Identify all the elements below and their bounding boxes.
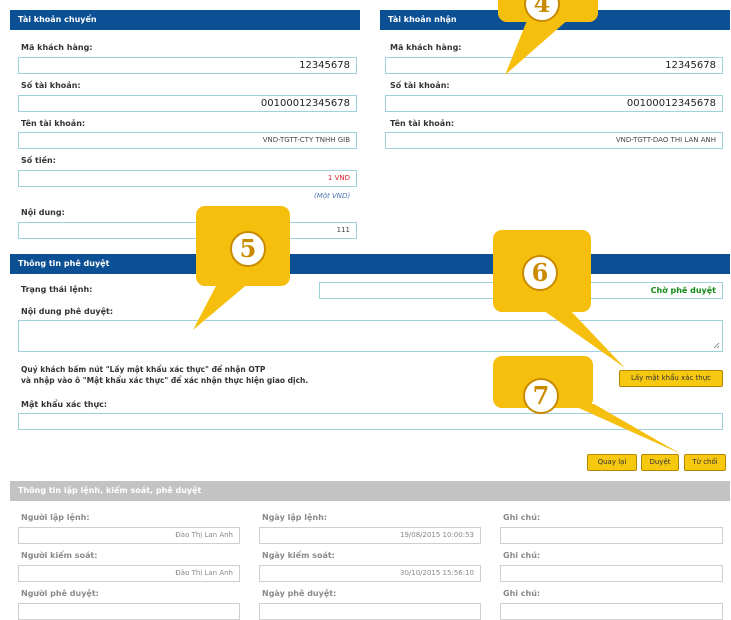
sender-content-field[interactable]: 111 [18,222,357,239]
amount-in-words: (Một VND) [314,192,351,200]
history-header: Thông tin lập lệnh, kiểm soát, phê duyệt [10,481,730,501]
created-date-label: Ngày lập lệnh: [262,513,327,522]
receiver-customer-code-field[interactable]: 12345678 [385,57,723,74]
sender-amount-label: Số tiền: [21,156,56,165]
approve-button[interactable]: Duyệt [641,454,679,471]
approval-content-label: Nội dung phê duyệt: [21,307,114,316]
receiver-account-name-field[interactable]: VND-TGTT-DAO THI LAN ANH [385,132,723,149]
sender-header: Tài khoản chuyển [10,10,360,30]
callout-5-number: 5 [230,231,266,267]
note2-field [500,565,723,582]
sender-account-name-field[interactable]: VND-TGTT-CTY TNHH GIB [18,132,357,149]
creator-field: Đào Thị Lan Anh [18,527,240,544]
approval-content-textarea[interactable] [18,320,723,352]
receiver-account-no-field[interactable]: 00100012345678 [385,95,723,112]
sender-account-no-field[interactable]: 00100012345678 [18,95,357,112]
status-label: Trạng thái lệnh: [21,285,93,294]
controller-field: Đào Thị Lan Anh [18,565,240,582]
back-button[interactable]: Quay lại [587,454,637,471]
controlled-date-field: 30/10/2015 15:56:10 [259,565,481,582]
note3-field [500,603,723,620]
receiver-account-no-label: Số tài khoản: [390,81,450,90]
note3-label: Ghi chú: [503,589,541,598]
note1-field [500,527,723,544]
otp-input[interactable] [18,413,723,430]
sender-amount-field[interactable]: 1 VND [18,170,357,187]
approved-date-label: Ngày phê duyệt: [262,589,337,598]
receiver-customer-code-label: Mã khách hàng: [390,43,462,52]
note2-label: Ghi chú: [503,551,541,560]
sender-content-label: Nội dung: [21,208,65,217]
created-date-field: 19/08/2015 10:00:53 [259,527,481,544]
resize-handle-icon[interactable] [713,342,720,349]
approved-date-field [259,603,481,620]
otp-instruction-line2: và nhập vào ô "Mật khẩu xác thực" để xác… [21,376,309,385]
otp-instruction-line1: Quý khách bấm nút "Lấy mật khẩu xác thực… [21,365,266,374]
sender-customer-code-field[interactable]: 12345678 [18,57,357,74]
receiver-account-name-label: Tên tài khoản: [390,119,455,128]
creator-label: Người lập lệnh: [21,513,90,522]
approver-field [18,603,240,620]
approver-label: Người phê duyệt: [21,589,99,598]
otp-label: Mật khẩu xác thực: [21,400,108,409]
get-otp-button[interactable]: Lấy mật khẩu xác thực [619,370,723,387]
sender-account-no-label: Số tài khoản: [21,81,81,90]
note1-label: Ghi chú: [503,513,541,522]
approval-header: Thông tin phê duyệt [10,254,730,274]
sender-customer-code-label: Mã khách hàng: [21,43,93,52]
controlled-date-label: Ngày kiểm soát: [262,551,335,560]
callout-7-number: 7 [523,378,559,414]
callout-6-number: 6 [522,255,558,291]
reject-button[interactable]: Từ chối [684,454,726,471]
sender-account-name-label: Tên tài khoản: [21,119,86,128]
controller-label: Người kiểm soát: [21,551,98,560]
